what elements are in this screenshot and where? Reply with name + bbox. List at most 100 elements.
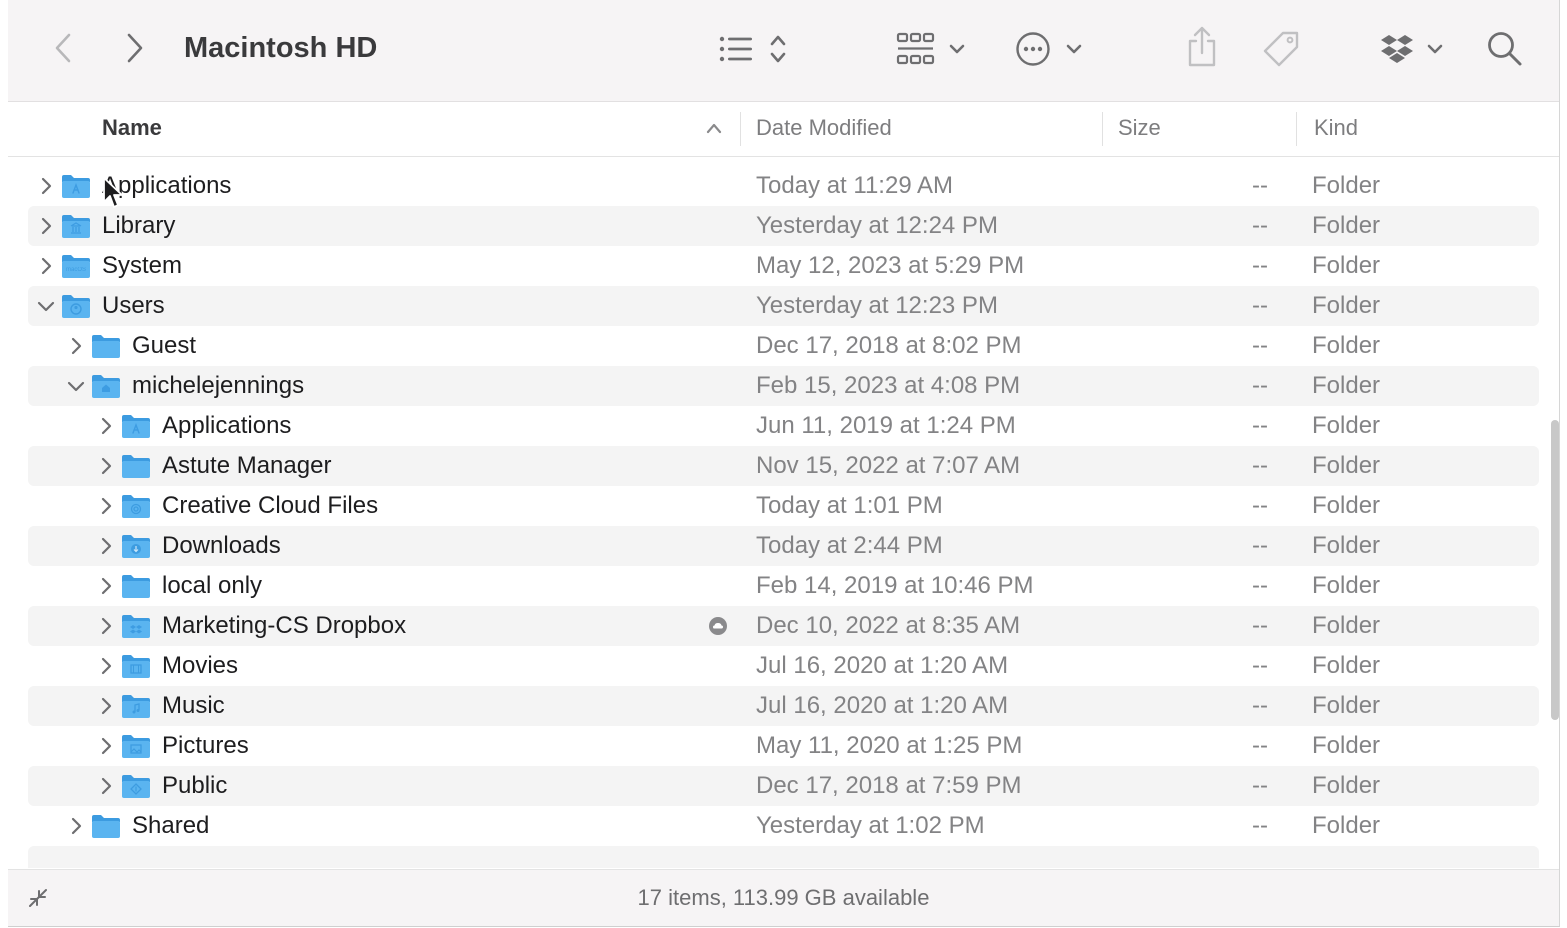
chevron-right-icon <box>101 737 112 755</box>
disclosure-triangle-collapsed[interactable] <box>34 166 58 206</box>
table-row[interactable]: Creative Cloud Files Today at 1:01 PM -- Fo… <box>28 486 1539 526</box>
chevron-right-icon <box>41 217 52 235</box>
row-date: Dec 10, 2022 at 8:35 AM <box>756 612 1021 639</box>
table-row[interactable]: Public Dec 17, 2018 at 7:59 PM -- Folder <box>28 766 1539 806</box>
disclosure-triangle-collapsed[interactable] <box>64 806 88 846</box>
column-header-size[interactable]: Size <box>1118 102 1161 156</box>
chevron-right-icon <box>101 777 112 795</box>
table-row[interactable]: Pictures May 11, 2020 at 1:25 PM -- Folder <box>28 726 1539 766</box>
row-kind: Folder <box>1312 532 1381 559</box>
chevron-right-icon <box>101 577 112 595</box>
disclosure-triangle-collapsed[interactable] <box>94 406 118 446</box>
chevron-right-icon <box>101 457 112 475</box>
row-date: Yesterday at 1:02 PM <box>756 812 985 839</box>
group-button[interactable] <box>894 28 974 70</box>
chevron-right-icon <box>41 177 52 195</box>
share-icon <box>1188 26 1216 67</box>
column-header-kind[interactable]: Kind <box>1314 102 1358 156</box>
forward-button[interactable] <box>120 30 150 66</box>
table-row[interactable]: macOS System May 12, 2023 at 5:29 PM -- Fold… <box>28 246 1539 286</box>
row-kind: Folder <box>1312 292 1381 319</box>
table-row[interactable]: Music Jul 16, 2020 at 1:20 AM -- Folder <box>28 686 1539 726</box>
row-name: Library <box>102 212 176 239</box>
sync-status-icon <box>709 617 727 635</box>
disclosure-triangle-collapsed[interactable] <box>94 686 118 726</box>
row-kind: Folder <box>1312 692 1381 719</box>
mouse-cursor-icon <box>103 177 123 208</box>
disclosure-triangle-collapsed[interactable] <box>94 486 118 526</box>
disclosure-triangle-collapsed[interactable] <box>94 726 118 766</box>
disclosure-triangle-collapsed[interactable] <box>94 446 118 486</box>
action-button[interactable] <box>1014 28 1094 70</box>
disclosure-triangle-expanded[interactable] <box>34 286 58 326</box>
folder-icon <box>122 535 150 558</box>
row-kind: Folder <box>1312 332 1381 359</box>
list-view-icon <box>719 35 786 63</box>
table-row[interactable]: Applications Today at 11:29 AM -- Folder <box>28 166 1539 206</box>
dropbox-button[interactable] <box>1378 28 1450 70</box>
row-name: Shared <box>132 812 210 839</box>
folder-icon <box>62 215 90 238</box>
table-row[interactable]: Movies Jul 16, 2020 at 1:20 AM -- Folder <box>28 646 1539 686</box>
disclosure-triangle-collapsed[interactable] <box>34 246 58 286</box>
row-size: -- <box>1252 212 1268 239</box>
row-size: -- <box>1252 452 1268 479</box>
row-size: -- <box>1252 492 1268 519</box>
row-kind: Folder <box>1312 212 1381 239</box>
table-row[interactable]: Astute Manager Nov 15, 2022 at 7:07 AM -- F… <box>28 446 1539 486</box>
chevron-right-icon <box>71 817 82 835</box>
column-divider[interactable] <box>1102 112 1103 146</box>
row-size: -- <box>1252 332 1268 359</box>
scrollbar[interactable] <box>1551 420 1559 720</box>
row-kind: Folder <box>1312 252 1381 279</box>
folder-icon <box>122 735 150 758</box>
row-name: michelejennings <box>132 372 305 399</box>
table-row[interactable]: Downloads Today at 2:44 PM -- Folder <box>28 526 1539 566</box>
table-row[interactable]: Marketing-CS Dropbox Dec 10, 2022 at 8:35… <box>28 606 1539 646</box>
chevron-right-icon <box>127 33 143 63</box>
folder-icon <box>92 815 120 838</box>
folder-icon <box>122 615 150 638</box>
table-row[interactable]: Users Yesterday at 12:23 PM -- Folder <box>28 286 1539 326</box>
disclosure-triangle-collapsed[interactable] <box>94 566 118 606</box>
sort-ascending-icon <box>706 123 722 134</box>
table-row[interactable]: Library Yesterday at 12:24 PM -- Folder <box>28 206 1539 246</box>
disclosure-triangle-collapsed[interactable] <box>34 206 58 246</box>
table-row[interactable]: Applications Jun 11, 2019 at 1:24 PM -- Fol… <box>28 406 1539 446</box>
table-row[interactable]: local only Feb 14, 2019 at 10:46 PM -- Fold… <box>28 566 1539 606</box>
row-name: Guest <box>132 332 197 359</box>
disclosure-triangle-collapsed[interactable] <box>94 766 118 806</box>
search-button[interactable] <box>1484 28 1526 70</box>
chevron-right-icon <box>101 697 112 715</box>
row-date: Feb 14, 2019 at 10:46 PM <box>756 572 1034 599</box>
disclosure-triangle-collapsed[interactable] <box>94 646 118 686</box>
table-row[interactable]: Shared Yesterday at 1:02 PM -- Folder <box>28 806 1539 846</box>
row-size: -- <box>1252 172 1268 199</box>
folder-icon <box>62 295 90 318</box>
row-date: May 12, 2023 at 5:29 PM <box>756 252 1025 279</box>
column-divider[interactable] <box>1296 112 1297 146</box>
disclosure-triangle-collapsed[interactable] <box>94 606 118 646</box>
search-icon <box>1488 32 1522 66</box>
row-date: Dec 17, 2018 at 8:02 PM <box>756 332 1022 359</box>
disclosure-triangle-collapsed[interactable] <box>94 526 118 566</box>
table-row[interactable]: michelejennings Feb 15, 2023 at 4:08 PM --… <box>28 366 1539 406</box>
table-row[interactable]: Guest Dec 17, 2018 at 8:02 PM -- Folder <box>28 326 1539 366</box>
disclosure-triangle-collapsed[interactable] <box>64 326 88 366</box>
row-size: -- <box>1252 652 1268 679</box>
view-options-button[interactable] <box>714 28 802 70</box>
row-kind: Folder <box>1312 812 1381 839</box>
row-date: May 11, 2020 at 1:25 PM <box>756 732 1023 759</box>
row-date: Jul 16, 2020 at 1:20 AM <box>756 692 1009 719</box>
row-name: Users <box>102 292 165 319</box>
column-header-date[interactable]: Date Modified <box>756 102 892 156</box>
chevron-down-icon <box>949 44 965 54</box>
column-divider[interactable] <box>740 112 741 146</box>
back-button[interactable] <box>48 30 78 66</box>
disclosure-triangle-expanded[interactable] <box>64 366 88 406</box>
row-kind: Folder <box>1312 772 1381 799</box>
chevron-right-icon <box>101 537 112 555</box>
tag-button[interactable] <box>1260 28 1302 70</box>
share-button[interactable] <box>1184 24 1220 70</box>
column-header-name[interactable]: Name <box>102 102 162 156</box>
